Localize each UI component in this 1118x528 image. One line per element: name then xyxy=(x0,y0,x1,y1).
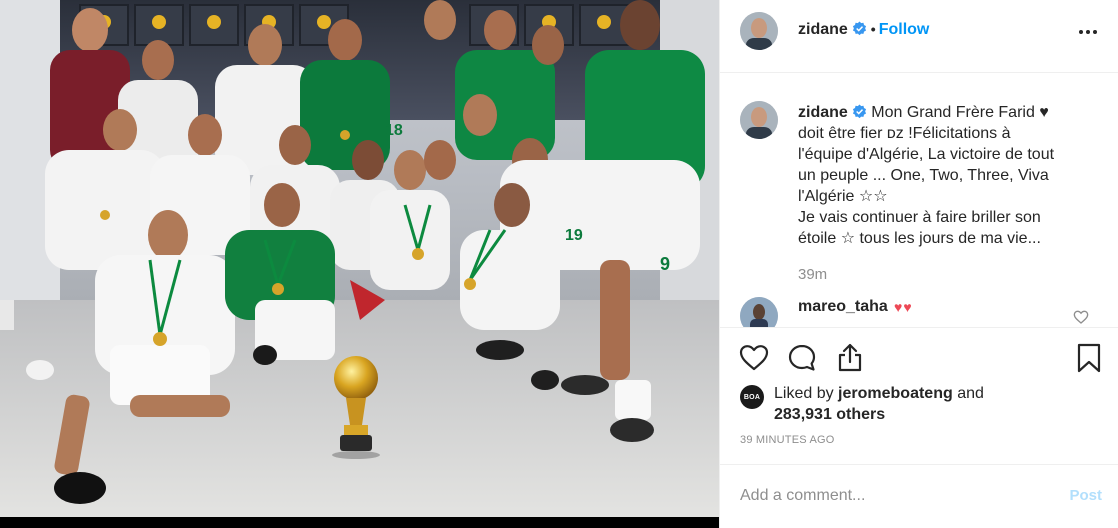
caption-line: étoile ☆ tous les jours de ma vie... xyxy=(798,230,1041,247)
likes-prefix: Liked by xyxy=(774,385,834,402)
caption-first-line: zidane Mon Grand Frère Farid ♥ xyxy=(798,102,1088,123)
author-line: zidane • Follow xyxy=(798,21,929,39)
caption-line: l'équipe d'Algérie, La victoire de tout xyxy=(798,146,1055,163)
verified-badge-icon xyxy=(852,104,866,119)
caption-line: un peuple ... One, Two, Three, Viva xyxy=(798,167,1049,184)
post-caption: zidane Mon Grand Frère Farid ♥ doit être… xyxy=(798,102,1088,249)
post-photo[interactable]: 18 19 9 xyxy=(0,0,719,517)
comment-bubble-icon[interactable] xyxy=(786,342,818,374)
photo-bottom-bar xyxy=(0,517,719,528)
liker-avatar[interactable]: BOA xyxy=(740,385,764,409)
caption-username[interactable]: zidane xyxy=(798,104,848,121)
author-avatar[interactable] xyxy=(740,12,778,50)
bookmark-icon[interactable] xyxy=(1073,342,1105,374)
more-options-icon[interactable] xyxy=(1077,22,1099,42)
team-celebration-photo: 18 19 9 xyxy=(0,0,719,517)
caption-line: doit être fier ᴅᴢ !Félicitations à xyxy=(798,125,1011,142)
add-comment-form: Post xyxy=(720,464,1118,528)
post-side-panel: zidane • Follow zidane Mon Grand Frère Far… xyxy=(719,0,1118,528)
comment-input[interactable] xyxy=(740,483,1040,509)
post-comment-button[interactable]: Post xyxy=(1069,487,1102,504)
caption-time-ago[interactable]: 39m xyxy=(798,266,827,283)
likes-summary: BOA Liked by jeromeboateng and 283,931 o… xyxy=(740,383,1100,427)
comments-section: zidane Mon Grand Frère Farid ♥ doit être… xyxy=(720,74,1118,327)
caption-line: Mon Grand Frère Farid ♥ xyxy=(871,104,1049,121)
caption-line: Je vais continuer à faire briller son xyxy=(798,209,1041,226)
commenter-username[interactable]: mareo_taha xyxy=(798,298,888,316)
caption-line: l'Algérie ☆☆ xyxy=(798,188,888,205)
svg-text:9: 9 xyxy=(660,254,670,274)
liker-username[interactable]: jeromeboateng xyxy=(838,385,953,402)
comment-text: ♥♥ xyxy=(894,299,913,315)
svg-text:19: 19 xyxy=(565,227,583,244)
heart-icon[interactable] xyxy=(738,342,770,374)
commenter-avatar[interactable] xyxy=(740,297,778,327)
caption-author-avatar[interactable] xyxy=(740,101,778,139)
likes-count[interactable]: 283,931 others xyxy=(774,406,885,423)
share-icon[interactable] xyxy=(834,342,866,374)
likes-text: Liked by jeromeboateng and 283,931 other… xyxy=(774,383,984,425)
svg-text:18: 18 xyxy=(385,122,403,139)
post-header: zidane • Follow xyxy=(720,0,1118,73)
verified-badge-icon xyxy=(852,21,866,36)
follow-button[interactable]: Follow xyxy=(879,21,930,38)
author-username[interactable]: zidane xyxy=(798,21,848,38)
post-actions xyxy=(720,327,1118,381)
post-timestamp[interactable]: 39 minutes ago xyxy=(740,434,835,446)
likes-conj: and xyxy=(957,385,984,402)
comment-heart-icon[interactable] xyxy=(1073,309,1089,325)
separator-dot: • xyxy=(870,21,876,37)
